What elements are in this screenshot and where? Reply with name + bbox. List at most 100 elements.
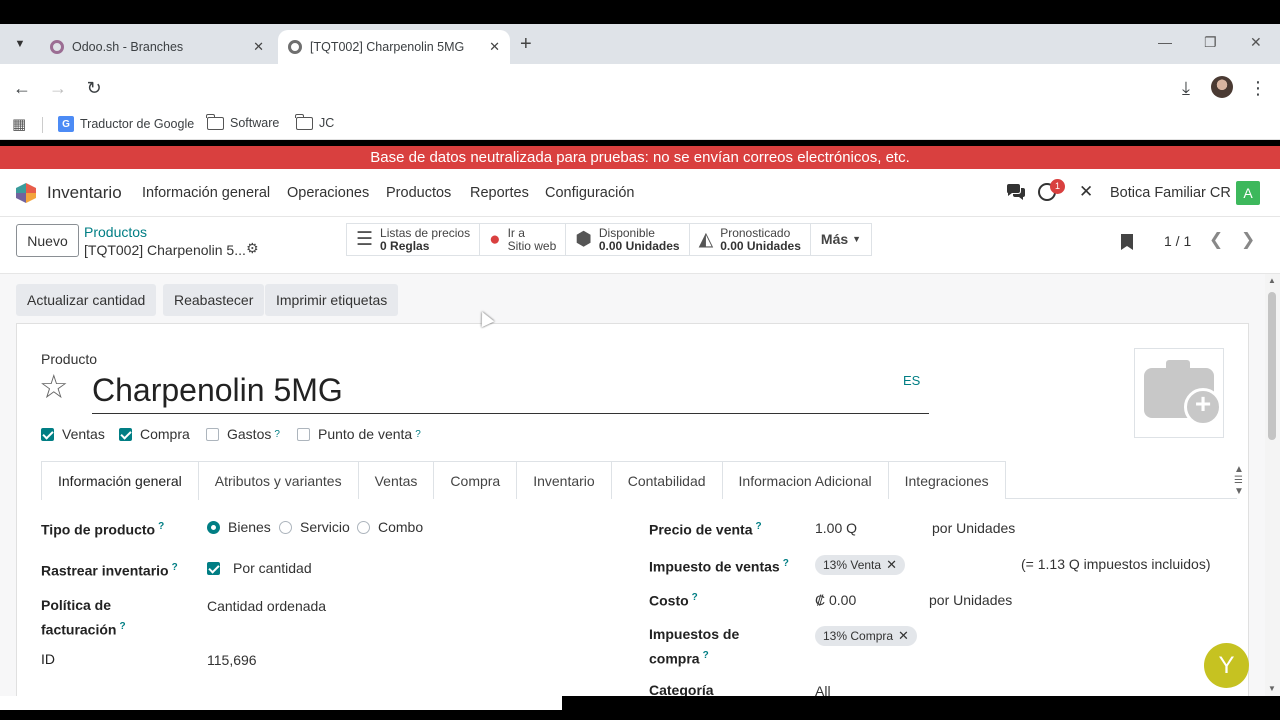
- debug-tools-icon[interactable]: ✕: [1079, 182, 1093, 202]
- close-tab-icon[interactable]: ✕: [253, 39, 264, 55]
- restore-window-icon[interactable]: ❐: [1204, 34, 1217, 51]
- scroll-up-icon[interactable]: ▲: [1268, 276, 1276, 285]
- remove-tag-icon[interactable]: ✕: [886, 557, 897, 572]
- sale-tax-tag[interactable]: 13% Venta ✕: [815, 555, 905, 575]
- sale-price-uom: por Unidades: [932, 520, 1016, 536]
- tab-contabilidad[interactable]: Contabilidad: [610, 461, 723, 499]
- minimize-window-icon[interactable]: —: [1158, 34, 1172, 50]
- chat-icon[interactable]: [1006, 183, 1026, 201]
- pricelist-smart-button[interactable]: ☰ Listas de precios 0 Reglas: [347, 224, 481, 255]
- checkbox-icon[interactable]: [119, 427, 132, 441]
- more-dropdown-button[interactable]: Más ▼: [811, 224, 871, 255]
- checkbox-icon[interactable]: [41, 427, 54, 441]
- radio-icon[interactable]: [207, 521, 220, 534]
- page-scrollbar-thumb[interactable]: [1268, 292, 1276, 440]
- category-value[interactable]: All: [815, 683, 831, 696]
- download-icon[interactable]: ⤓: [1174, 76, 1198, 100]
- chatbot-button[interactable]: Y: [1204, 643, 1249, 688]
- close-tab-icon[interactable]: ✕: [489, 39, 500, 55]
- forecast-smart-button[interactable]: ◭ Pronosticado 0.00 Unidades: [690, 224, 811, 255]
- browser-tab-odoo-sh[interactable]: Odoo.sh - Branches ✕: [40, 30, 274, 64]
- menu-informacion-general[interactable]: Información general: [142, 185, 270, 201]
- help-tooltip-icon[interactable]: ?: [703, 650, 709, 661]
- purchase-tax-tag[interactable]: 13% Compra ✕: [815, 626, 917, 646]
- new-button[interactable]: Nuevo: [16, 224, 79, 257]
- menu-operaciones[interactable]: Operaciones: [287, 185, 369, 201]
- invoice-policy-value[interactable]: Cantidad ordenada: [207, 598, 326, 614]
- browser-profile-avatar[interactable]: [1211, 76, 1233, 98]
- pager-value[interactable]: 1 / 1: [1164, 233, 1191, 249]
- pager-previous-icon[interactable]: ❮: [1209, 230, 1223, 250]
- checkbox-ventas[interactable]: Ventas: [41, 426, 105, 442]
- user-avatar[interactable]: A: [1236, 181, 1260, 205]
- pager-next-icon[interactable]: ❯: [1241, 230, 1255, 250]
- checkbox-gastos[interactable]: Gastos ?: [206, 426, 280, 442]
- gear-icon[interactable]: ⚙: [246, 240, 259, 257]
- tag-label: 13% Compra: [823, 629, 894, 643]
- apps-grid-icon[interactable]: ▦: [12, 115, 26, 133]
- back-arrow-icon[interactable]: ←: [10, 76, 34, 100]
- checkbox-compra[interactable]: Compra: [119, 426, 190, 442]
- checkbox-icon[interactable]: [206, 427, 219, 441]
- browser-menu-icon[interactable]: ⋮: [1246, 76, 1270, 100]
- menu-productos[interactable]: Productos: [386, 185, 451, 201]
- help-tooltip-icon[interactable]: ?: [415, 429, 421, 440]
- tab-informacion-adicional[interactable]: Informacion Adicional: [721, 461, 889, 499]
- notebook-tabs: Información general Atributos y variante…: [41, 461, 1237, 500]
- tab-atributos-variantes[interactable]: Atributos y variantes: [197, 461, 359, 499]
- app-name[interactable]: Inventario: [47, 183, 122, 203]
- remove-tag-icon[interactable]: ✕: [898, 628, 909, 643]
- track-inventory-value[interactable]: Por cantidad: [233, 560, 312, 576]
- app-logo-icon[interactable]: [16, 183, 36, 203]
- radio-icon[interactable]: [357, 521, 370, 534]
- help-tooltip-icon[interactable]: ?: [274, 429, 280, 440]
- product-type-radio-bienes[interactable]: Bienes: [207, 519, 271, 535]
- checkbox-icon[interactable]: [297, 427, 310, 441]
- tab-inventario[interactable]: Inventario: [516, 461, 612, 499]
- bookmark-google-translate[interactable]: G Traductor de Google: [58, 116, 194, 132]
- product-type-radio-servicio[interactable]: Servicio: [279, 519, 350, 535]
- new-tab-button[interactable]: +: [520, 32, 532, 56]
- bookmark-icon[interactable]: [1121, 234, 1133, 250]
- product-name-input[interactable]: Charpenolin 5MG: [92, 372, 929, 414]
- available-smart-button[interactable]: ⬢ Disponible 0.00 Unidades: [566, 224, 690, 255]
- product-type-radio-combo[interactable]: Combo: [357, 519, 423, 535]
- help-tooltip-icon[interactable]: ?: [692, 592, 698, 603]
- update-quantity-button[interactable]: Actualizar cantidad: [16, 284, 157, 316]
- bookmark-folder-jc[interactable]: JC: [295, 113, 334, 130]
- language-toggle[interactable]: ES: [903, 373, 920, 388]
- company-switcher[interactable]: Botica Familiar CR: [1110, 185, 1231, 201]
- help-tooltip-icon[interactable]: ?: [119, 621, 125, 632]
- tab-integraciones[interactable]: Integraciones: [887, 461, 1006, 499]
- tab-ventas[interactable]: Ventas: [357, 461, 435, 499]
- tab-informacion-general[interactable]: Información general: [41, 461, 199, 500]
- help-tooltip-icon[interactable]: ?: [172, 562, 178, 573]
- forward-arrow-icon[interactable]: →: [46, 76, 70, 100]
- cost-input[interactable]: ₡ 0.00: [815, 592, 856, 608]
- menu-reportes[interactable]: Reportes: [470, 185, 529, 201]
- checkbox-punto-de-venta[interactable]: Punto de venta ?: [297, 426, 421, 442]
- reload-icon[interactable]: ↻: [82, 76, 106, 100]
- replenish-button[interactable]: Reabastecer: [163, 284, 265, 316]
- radio-icon[interactable]: [279, 521, 292, 534]
- track-inventory-field[interactable]: Por cantidad: [207, 560, 312, 576]
- checkbox-icon[interactable]: [207, 561, 220, 575]
- breadcrumb-productos[interactable]: Productos: [84, 224, 147, 240]
- website-smart-button[interactable]: ● Ir a Sitio web: [480, 224, 567, 255]
- browser-tab-product[interactable]: [TQT002] Charpenolin 5MG ✕: [278, 30, 510, 64]
- help-tooltip-icon[interactable]: ?: [756, 521, 762, 532]
- favorite-star-icon[interactable]: ☆: [39, 370, 69, 403]
- print-labels-button[interactable]: Imprimir etiquetas: [265, 284, 399, 316]
- tabs-scroll-icon[interactable]: ▲ ☰ ▼: [1234, 464, 1244, 497]
- help-tooltip-icon[interactable]: ?: [158, 521, 164, 532]
- product-image-upload[interactable]: [1134, 348, 1224, 438]
- tab-compra[interactable]: Compra: [433, 461, 518, 499]
- sale-price-input[interactable]: 1.00 Q: [815, 520, 857, 536]
- menu-configuracion[interactable]: Configuración: [545, 185, 634, 201]
- bookmark-folder-software[interactable]: Software: [206, 113, 279, 130]
- close-window-icon[interactable]: ✕: [1250, 34, 1262, 51]
- google-translate-icon: G: [58, 116, 74, 132]
- help-tooltip-icon[interactable]: ?: [783, 558, 789, 569]
- scroll-down-icon[interactable]: ▼: [1268, 684, 1276, 693]
- tab-search-button[interactable]: ▼: [8, 32, 32, 56]
